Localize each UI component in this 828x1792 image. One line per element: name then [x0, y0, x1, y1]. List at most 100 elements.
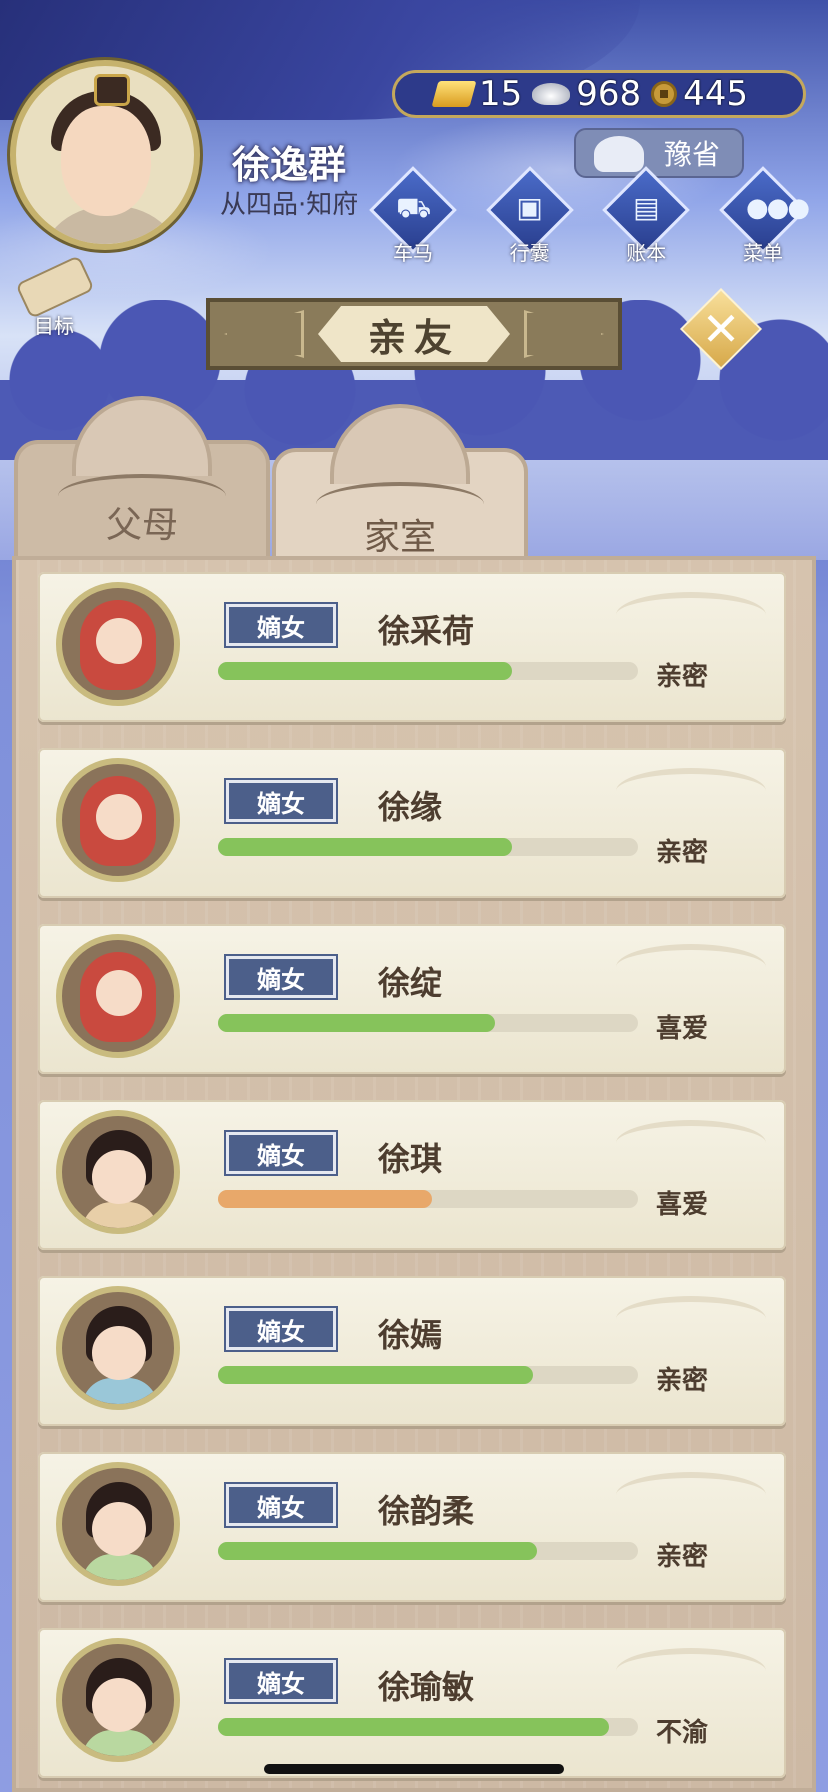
relationship-status: 喜爱	[656, 1190, 709, 1220]
baby-face	[96, 970, 142, 1016]
baby-face	[96, 794, 142, 840]
role-label: 嫡女	[257, 613, 305, 642]
relationship-status: 亲密	[656, 662, 709, 692]
role-badge: 嫡女	[224, 954, 338, 1000]
region-button[interactable]: 豫省	[574, 128, 744, 178]
cloud-swirl-decoration	[616, 592, 766, 638]
nav-carriage[interactable]: ⛟ 车马	[360, 166, 470, 265]
menu-dots-icon: ●●●	[745, 193, 810, 223]
affinity-bar-fill	[218, 1542, 538, 1560]
affinity-bar	[218, 838, 638, 856]
tab-label: 家室	[363, 517, 436, 558]
nav-label: 菜单	[742, 241, 783, 265]
goal-button[interactable]: 目标	[14, 254, 95, 338]
home-indicator	[264, 1764, 564, 1774]
affinity-bar	[218, 1366, 638, 1384]
girl-face	[92, 1326, 146, 1380]
affinity-bar	[218, 1542, 638, 1560]
family-member-row[interactable]: 嫡女 徐绽 喜爱	[38, 924, 786, 1074]
nav-label: 行囊	[509, 241, 550, 265]
player-rank: 从四品·知府	[220, 190, 359, 220]
member-portrait[interactable]	[56, 1110, 180, 1234]
page-title: 亲友	[367, 315, 460, 360]
role-label: 嫡女	[257, 1493, 305, 1522]
nav-ledger[interactable]: ▤ 账本	[593, 166, 703, 265]
avatar-cap	[94, 74, 130, 106]
member-portrait[interactable]	[56, 582, 180, 706]
region-label: 豫省	[663, 138, 720, 171]
family-member-row[interactable]: 嫡女 徐瑜敏不渝	[38, 1628, 786, 1778]
tab-label: 父母	[105, 505, 178, 546]
member-name: 徐采荷	[378, 612, 475, 650]
ledger-icon: ▤	[633, 191, 660, 224]
family-member-row[interactable]: 嫡女 徐采荷亲密	[38, 572, 786, 722]
member-portrait[interactable]	[56, 934, 180, 1058]
nav-menu[interactable]: ●●● 菜单	[710, 166, 820, 265]
affinity-bar	[218, 1718, 638, 1736]
nav-label: 车马	[393, 241, 433, 265]
title-banner: 亲友	[206, 298, 622, 370]
player-avatar[interactable]	[10, 60, 200, 250]
silver-ingot-icon	[532, 83, 571, 105]
relationship-status: 亲密	[656, 1366, 709, 1396]
affinity-bar-fill	[218, 1190, 433, 1208]
role-badge: 嫡女	[224, 778, 338, 824]
tab-family[interactable]: 家室	[272, 404, 528, 568]
role-label: 嫡女	[257, 789, 305, 818]
copper-coin-icon	[651, 81, 678, 107]
family-member-row[interactable]: 嫡女 徐韵柔亲密	[38, 1452, 786, 1602]
member-portrait[interactable]	[56, 1638, 180, 1762]
baby-face	[96, 618, 142, 664]
role-badge: 嫡女	[224, 1482, 338, 1528]
relationship-status: 亲密	[656, 1542, 709, 1572]
girl-body	[82, 1730, 158, 1756]
cloud-swirl-decoration	[616, 944, 766, 990]
affinity-bar-fill	[218, 1366, 533, 1384]
member-portrait[interactable]	[56, 758, 180, 882]
nav-bundle[interactable]: ▣ 行囊	[477, 166, 587, 265]
silver-amount: 968	[576, 74, 642, 114]
goal-label: 目标	[34, 314, 74, 338]
title-plate: 亲友	[318, 306, 510, 362]
girl-body	[82, 1554, 158, 1580]
girl-body	[82, 1378, 158, 1404]
gold-ingot-icon	[431, 81, 477, 107]
cloud-swirl-decoration	[616, 1648, 766, 1694]
family-member-row[interactable]: 嫡女 徐琪喜爱	[38, 1100, 786, 1250]
avatar-face	[61, 106, 151, 216]
close-icon[interactable]: ✕	[692, 300, 750, 358]
relationship-status: 喜爱	[656, 1014, 709, 1044]
member-name: 徐琪	[378, 1140, 443, 1178]
member-portrait[interactable]	[56, 1286, 180, 1410]
cloud-swirl-decoration	[616, 768, 766, 814]
player-name: 徐逸群	[232, 143, 347, 187]
girl-face	[92, 1150, 146, 1204]
role-badge: 嫡女	[224, 1130, 338, 1176]
role-label: 嫡女	[257, 1141, 305, 1170]
role-badge: 嫡女	[224, 1306, 338, 1352]
member-name: 徐缘	[378, 788, 443, 826]
affinity-bar-fill	[218, 838, 512, 856]
cloud-swirl-decoration	[616, 1120, 766, 1166]
affinity-bar	[218, 662, 638, 680]
official-seal-icon	[594, 136, 644, 172]
relationship-status: 不渝	[656, 1718, 709, 1748]
role-label: 嫡女	[257, 1669, 305, 1698]
nav-label: 账本	[626, 241, 667, 265]
role-badge: 嫡女	[224, 1658, 338, 1704]
girl-face	[92, 1678, 146, 1732]
top-nav: ⛟ 车马 ▣ 行囊 ▤ 账本 ●●● 菜单	[360, 166, 820, 265]
affinity-bar-fill	[218, 1718, 609, 1736]
gold-amount: 15	[479, 74, 523, 114]
relationship-status: 亲密	[656, 838, 709, 868]
carriage-icon: ⛟	[396, 191, 432, 224]
family-member-row[interactable]: 嫡女 徐缘亲密	[38, 748, 786, 898]
member-portrait[interactable]	[56, 1462, 180, 1586]
member-name: 徐瑜敏	[378, 1668, 475, 1706]
role-label: 嫡女	[257, 965, 305, 994]
member-name: 徐韵柔	[378, 1492, 475, 1530]
cloud-swirl-decoration	[616, 1296, 766, 1342]
girl-face	[92, 1502, 146, 1556]
currency-bar: 15 968 445	[392, 70, 806, 118]
family-member-row[interactable]: 嫡女 徐嫣 亲密	[38, 1276, 786, 1426]
